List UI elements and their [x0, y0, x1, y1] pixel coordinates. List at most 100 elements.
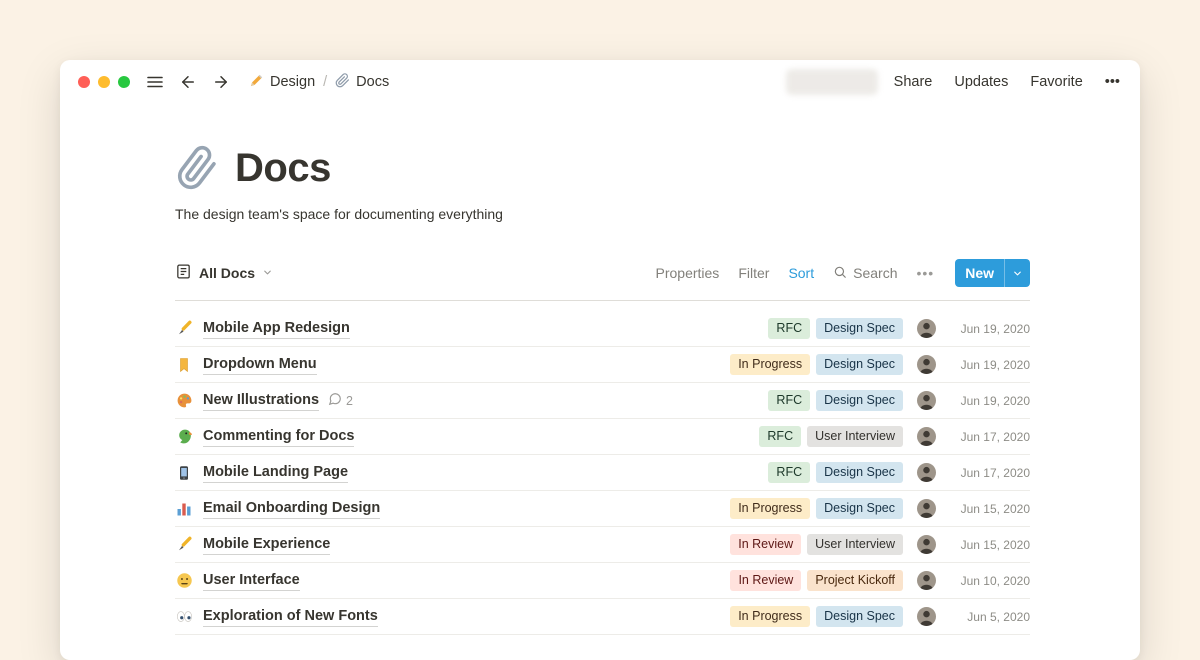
paperclip-icon: [175, 146, 219, 190]
view-switcher[interactable]: All Docs: [175, 263, 273, 283]
date-label: Jun 19, 2020: [946, 394, 1030, 408]
tag[interactable]: Project Kickoff: [807, 570, 903, 591]
tag-list: RFC Design Spec: [768, 318, 903, 339]
avatar: [917, 499, 936, 518]
table-row[interactable]: Dropdown Menu In Progress Design Spec Jun 1…: [175, 347, 1030, 383]
tag[interactable]: In Progress: [730, 606, 810, 627]
paperclip-icon: [335, 73, 350, 92]
tag[interactable]: Design Spec: [816, 354, 903, 375]
avatar: [917, 463, 936, 482]
breadcrumb: Design / Docs: [249, 73, 389, 92]
tag[interactable]: RFC: [768, 462, 810, 483]
tag[interactable]: User Interview: [807, 426, 903, 447]
table-row[interactable]: Mobile App Redesign RFC Design Spec Jun 19,…: [175, 311, 1030, 347]
search-label: Search: [853, 265, 897, 281]
tag[interactable]: Design Spec: [816, 498, 903, 519]
tag[interactable]: Design Spec: [816, 390, 903, 411]
comment-count-value: 2: [346, 394, 353, 408]
properties-button[interactable]: Properties: [656, 265, 720, 281]
tag[interactable]: RFC: [768, 390, 810, 411]
sort-button[interactable]: Sort: [788, 265, 814, 281]
breadcrumb-docs-label: Docs: [356, 74, 389, 90]
mobile-phone-icon: [175, 465, 193, 481]
tag[interactable]: User Interview: [807, 534, 903, 555]
table-row[interactable]: New Illustrations 2 RFC Design Spec Jun 19, …: [175, 383, 1030, 419]
tag[interactable]: In Progress: [730, 354, 810, 375]
paintbrush-icon: [175, 536, 193, 553]
comment-count: 2: [328, 392, 353, 409]
doc-title-link[interactable]: Exploration of New Fonts: [203, 607, 378, 627]
tag-list: RFC User Interview: [759, 426, 903, 447]
filter-button[interactable]: Filter: [738, 265, 769, 281]
table-row[interactable]: Mobile Landing PageRFCDesign SpecJun 17,…: [175, 455, 1030, 491]
tag-list: In Progress Design Spec: [730, 498, 903, 519]
tag[interactable]: RFC: [759, 426, 801, 447]
page-content: Docs The design team's space for documen…: [60, 104, 1140, 635]
paintbrush-icon: [175, 320, 193, 337]
tag[interactable]: Design Spec: [816, 318, 903, 339]
close-button[interactable]: [78, 76, 90, 88]
new-button[interactable]: New: [955, 259, 1030, 287]
doc-title-link[interactable]: User Interface: [203, 571, 300, 591]
tag[interactable]: In Review: [730, 534, 801, 555]
breadcrumb-design[interactable]: Design: [249, 73, 315, 92]
search-button[interactable]: Search: [833, 265, 897, 282]
parrot-icon: [175, 428, 193, 445]
doc-title-link[interactable]: Email Onboarding Design: [203, 499, 380, 519]
pencil-icon: [249, 73, 264, 92]
table-row[interactable]: User InterfaceIn ReviewProject KickoffJu…: [175, 563, 1030, 599]
new-button-label: New: [955, 265, 1004, 281]
avatar: [917, 427, 936, 446]
share-button[interactable]: Share: [894, 74, 933, 90]
chevron-down-icon: [262, 265, 273, 281]
doc-table: Mobile App Redesign RFC Design Spec Jun 19,…: [175, 311, 1030, 635]
tag[interactable]: RFC: [768, 318, 810, 339]
back-arrow-icon[interactable]: [179, 73, 197, 91]
doc-title-link[interactable]: Dropdown Menu: [203, 355, 317, 375]
tag[interactable]: Design Spec: [816, 606, 903, 627]
avatar: [917, 607, 936, 626]
tag-list: RFC Design Spec: [768, 390, 903, 411]
breadcrumb-docs[interactable]: Docs: [335, 73, 389, 92]
tag[interactable]: In Review: [730, 570, 801, 591]
date-label: Jun 5, 2020: [946, 610, 1030, 624]
updates-button[interactable]: Updates: [954, 74, 1008, 90]
view-toolbar: All Docs Properties Filter Sort Search •…: [175, 258, 1030, 288]
date-label: Jun 19, 2020: [946, 358, 1030, 372]
doc-list-icon: [175, 263, 192, 283]
avatar: [917, 355, 936, 374]
table-row[interactable]: Commenting for Docs RFC User Interview Jun …: [175, 419, 1030, 455]
avatar: [917, 571, 936, 590]
doc-title-link[interactable]: Mobile App Redesign: [203, 319, 350, 339]
doc-title-link[interactable]: Mobile Experience: [203, 535, 330, 555]
tag[interactable]: Design Spec: [816, 462, 903, 483]
page-subtitle: The design team's space for documenting …: [175, 206, 1030, 222]
chevron-down-icon[interactable]: [1005, 268, 1030, 279]
doc-title-link[interactable]: Mobile Landing Page: [203, 463, 348, 483]
hamburger-menu-icon[interactable]: [146, 73, 164, 91]
doc-title-link[interactable]: Commenting for Docs: [203, 427, 354, 447]
date-label: Jun 17, 2020: [946, 430, 1030, 444]
titlebar-actions: Share Updates Favorite •••: [786, 69, 1120, 95]
date-label: Jun 19, 2020: [946, 322, 1030, 336]
eyes-icon: [175, 608, 193, 625]
blurred-element: [786, 69, 878, 95]
favorite-button[interactable]: Favorite: [1030, 74, 1082, 90]
bar-chart-icon: [175, 501, 193, 517]
doc-title-link[interactable]: New Illustrations: [203, 391, 319, 411]
neutral-face-icon: [175, 572, 193, 589]
forward-arrow-icon[interactable]: [212, 73, 230, 91]
toolbar-more-button[interactable]: •••: [916, 265, 934, 281]
tag[interactable]: In Progress: [730, 498, 810, 519]
zoom-button[interactable]: [118, 76, 130, 88]
titlebar: Design / Docs Share Updates Favorite •••: [60, 60, 1140, 104]
avatar: [917, 319, 936, 338]
avatar: [917, 535, 936, 554]
table-row[interactable]: Mobile Experience In Review User Interview…: [175, 527, 1030, 563]
table-row[interactable]: Email Onboarding Design In Progress Design…: [175, 491, 1030, 527]
minimize-button[interactable]: [98, 76, 110, 88]
tag-list: RFC Design Spec: [768, 462, 903, 483]
date-label: Jun 15, 2020: [946, 502, 1030, 516]
app-window: Design / Docs Share Updates Favorite •••…: [60, 60, 1140, 660]
window-more-button[interactable]: •••: [1105, 74, 1120, 90]
